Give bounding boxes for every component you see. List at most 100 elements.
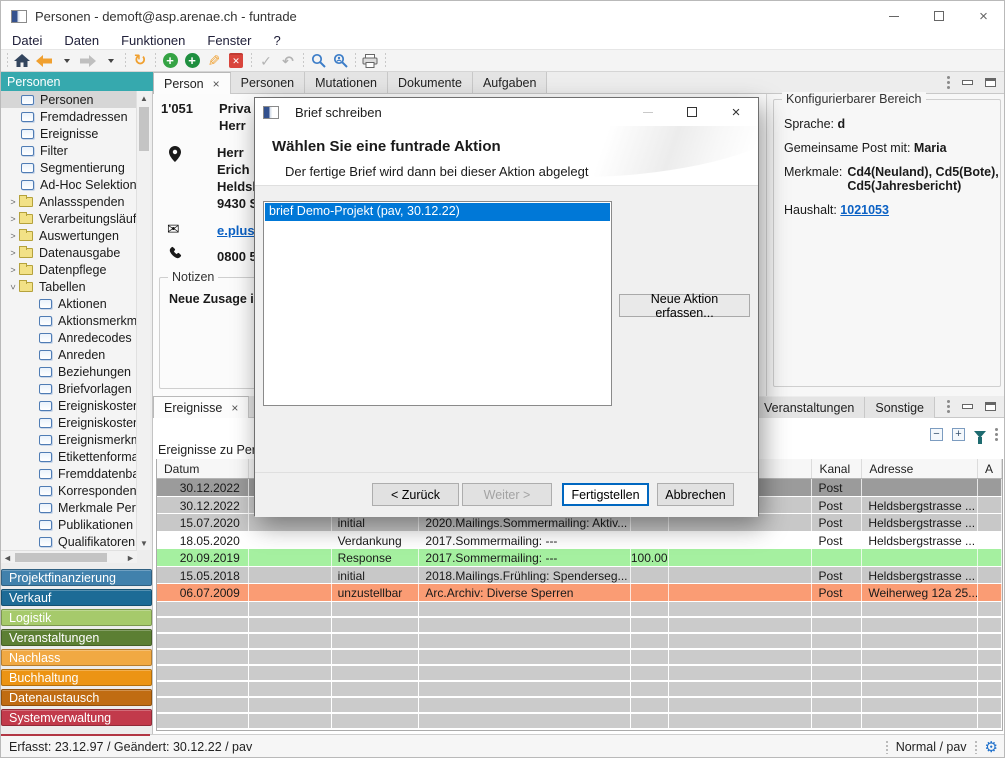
- action-listbox[interactable]: brief Demo-Projekt (pav, 30.12.22): [263, 201, 612, 406]
- table-row[interactable]: 15.05.2018initial2018.Mailings.Frühling:…: [157, 567, 1002, 585]
- forward-icon[interactable]: [78, 51, 98, 71]
- finish-button[interactable]: Fertigstellen: [562, 483, 649, 506]
- tree-item-datenausgabe[interactable]: >Datenausgabe: [1, 244, 137, 261]
- tree-item-ad-hoc-selektion[interactable]: Ad-Hoc Selektion: [1, 176, 137, 193]
- tree-item-ereignismerkma[interactable]: Ereignismerkma: [1, 431, 137, 448]
- add-special-icon[interactable]: +: [182, 51, 202, 71]
- tree-item-aktionen[interactable]: Aktionen: [1, 295, 137, 312]
- tree-item-merkmale-perso[interactable]: Merkmale Perso: [1, 499, 137, 516]
- collapse-icon[interactable]: −: [930, 428, 943, 441]
- scroll-right-icon[interactable]: ►: [124, 551, 137, 564]
- scroll-thumb[interactable]: [139, 107, 149, 151]
- tree-item-ereignisse[interactable]: Ereignisse: [1, 125, 137, 142]
- tab-person[interactable]: Person×: [153, 72, 231, 94]
- tree-item-fremddatenban[interactable]: Fremddatenban: [1, 465, 137, 482]
- events-tab-ereignisse[interactable]: Ereignisse×: [153, 396, 249, 418]
- panel-minimize-icon[interactable]: [962, 404, 973, 409]
- menu-item-item[interactable]: ?: [262, 33, 291, 48]
- search-icon[interactable]: [308, 51, 328, 71]
- tab-close-icon[interactable]: ×: [231, 401, 238, 415]
- refresh-icon[interactable]: ↻: [130, 51, 150, 71]
- print-icon[interactable]: [360, 51, 380, 71]
- table-row[interactable]: 18.05.2020Verdankung2017.Sommermailing: …: [157, 532, 1002, 550]
- chevron-collapsed-icon[interactable]: >: [7, 214, 19, 224]
- panel-maximize-icon[interactable]: [985, 402, 996, 411]
- chevron-collapsed-icon[interactable]: >: [7, 248, 19, 258]
- panel-minimize-icon[interactable]: [962, 80, 973, 85]
- module-button-nachlass[interactable]: Nachlass: [1, 649, 152, 666]
- tree-item-segmentierung[interactable]: Segmentierung: [1, 159, 137, 176]
- scroll-up-icon[interactable]: ▲: [137, 91, 151, 105]
- chevron-collapsed-icon[interactable]: >: [7, 231, 19, 241]
- minimize-icon[interactable]: [871, 1, 916, 31]
- back-icon[interactable]: [34, 51, 54, 71]
- tree-item-qualifikatoren[interactable]: Qualifikatoren: [1, 533, 137, 550]
- tree-item-briefvorlagen[interactable]: Briefvorlagen: [1, 380, 137, 397]
- scroll-left-icon[interactable]: ◄: [1, 551, 14, 564]
- tree-item-fremdadressen[interactable]: Fremdadressen: [1, 108, 137, 125]
- dialog-maximize-icon[interactable]: [670, 98, 714, 126]
- dialog-close-icon[interactable]: ×: [714, 98, 758, 126]
- column-header-kanal[interactable]: Kanal: [812, 459, 862, 478]
- delete-icon[interactable]: ✕: [226, 51, 246, 71]
- menu-item-daten[interactable]: Daten: [53, 33, 110, 48]
- panel-maximize-icon[interactable]: [985, 78, 996, 87]
- chevron-expanded-icon[interactable]: >: [8, 281, 18, 293]
- module-button-verkauf[interactable]: Verkauf: [1, 589, 152, 606]
- table-row[interactable]: 06.07.2009unzustellbarArc.Archiv: Divers…: [157, 584, 1002, 602]
- confirm-icon[interactable]: ✓: [256, 51, 276, 71]
- undo-icon[interactable]: ↶: [278, 51, 298, 71]
- expand-icon[interactable]: +: [952, 428, 965, 441]
- tree-item-ereigniskosten-e[interactable]: Ereigniskosten-E: [1, 397, 137, 414]
- close-icon[interactable]: ×: [961, 1, 1005, 31]
- more-icon[interactable]: [947, 400, 950, 413]
- tree-item-personen[interactable]: Personen: [1, 91, 137, 108]
- search-person-icon[interactable]: [330, 51, 350, 71]
- tree-horizontal-scrollbar[interactable]: ◄ ►: [1, 550, 137, 563]
- tree-item-etikettenformate[interactable]: Etikettenformate: [1, 448, 137, 465]
- tab-close-icon[interactable]: ×: [213, 77, 220, 91]
- table-row[interactable]: 20.09.2019Response2017.Sommermailing: --…: [157, 549, 1002, 567]
- settings-gear-icon[interactable]: ⚙: [985, 740, 998, 755]
- home-icon[interactable]: [12, 51, 32, 71]
- menu-item-funktionen[interactable]: Funktionen: [110, 33, 196, 48]
- back-dropdown-icon[interactable]: [56, 51, 76, 71]
- tab-personen[interactable]: Personen: [231, 72, 306, 93]
- filter-icon[interactable]: [974, 431, 986, 438]
- maximize-icon[interactable]: [916, 1, 961, 31]
- tree-item-verarbeitungsl-ufe[interactable]: >Verarbeitungsläufe: [1, 210, 137, 227]
- tree-item-auswertungen[interactable]: >Auswertungen: [1, 227, 137, 244]
- tree-item-filter[interactable]: Filter: [1, 142, 137, 159]
- add-icon[interactable]: +: [160, 51, 180, 71]
- new-action-button[interactable]: Neue Aktion erfassen...: [619, 294, 750, 317]
- tab-mutationen[interactable]: Mutationen: [305, 72, 388, 93]
- scroll-thumb[interactable]: [15, 553, 107, 562]
- back-button[interactable]: < Zurück: [372, 483, 459, 506]
- edit-icon[interactable]: ✎: [204, 51, 224, 71]
- tree-item-anlassspenden[interactable]: >Anlassspenden: [1, 193, 137, 210]
- tree-item-beziehungen[interactable]: Beziehungen: [1, 363, 137, 380]
- tree-item-publikationen[interactable]: Publikationen: [1, 516, 137, 533]
- events-tab-veranstaltungen[interactable]: Veranstaltungen: [754, 397, 865, 418]
- tab-dokumente[interactable]: Dokumente: [388, 72, 473, 93]
- module-button-projektfinanzierung[interactable]: Projektfinanzierung: [1, 569, 152, 586]
- tree-item-datenpflege[interactable]: >Datenpflege: [1, 261, 137, 278]
- tree-item-anreden[interactable]: Anreden: [1, 346, 137, 363]
- chevron-collapsed-icon[interactable]: >: [7, 265, 19, 275]
- module-button-logistik[interactable]: Logistik: [1, 609, 152, 626]
- column-header-adresse[interactable]: Adresse: [862, 459, 978, 478]
- module-button-veranstaltungen[interactable]: Veranstaltungen: [1, 629, 152, 646]
- tree-item-korrespondenz[interactable]: Korrespondenz: [1, 482, 137, 499]
- household-link[interactable]: 1021053: [840, 203, 889, 217]
- chevron-collapsed-icon[interactable]: >: [7, 197, 19, 207]
- module-button-systemverwaltung[interactable]: Systemverwaltung: [1, 709, 152, 726]
- module-button-buchhaltung[interactable]: Buchhaltung: [1, 669, 152, 686]
- column-header-datum[interactable]: Datum: [157, 459, 249, 478]
- cancel-button[interactable]: Abbrechen: [657, 483, 734, 506]
- forward-dropdown-icon[interactable]: [100, 51, 120, 71]
- tree-item-ereigniskosten-s[interactable]: Ereigniskosten-S: [1, 414, 137, 431]
- column-header-a[interactable]: A: [978, 459, 1002, 478]
- more-icon[interactable]: [995, 428, 998, 441]
- module-button-datenaustausch[interactable]: Datenaustausch: [1, 689, 152, 706]
- action-list-item[interactable]: brief Demo-Projekt (pav, 30.12.22): [265, 203, 610, 221]
